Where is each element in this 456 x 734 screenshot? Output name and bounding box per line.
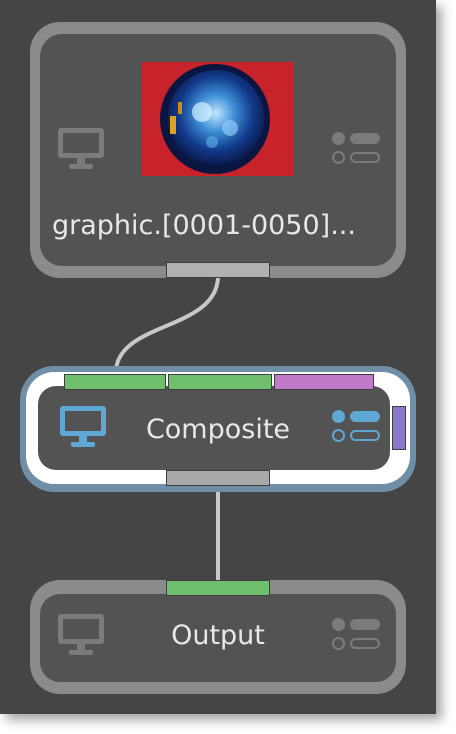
node-options-icon[interactable] bbox=[332, 132, 382, 168]
composite-input-port-1[interactable] bbox=[64, 374, 166, 390]
node-options-icon[interactable] bbox=[332, 618, 382, 654]
node-graph-canvas[interactable]: graphic.[0001-0050]... Composite Output bbox=[0, 0, 436, 714]
composite-node[interactable]: Composite bbox=[20, 366, 416, 492]
composite-input-port-2[interactable] bbox=[168, 374, 272, 390]
graphic-thumbnail bbox=[142, 62, 294, 176]
thumbnail-image bbox=[160, 64, 270, 174]
monitor-icon[interactable] bbox=[60, 406, 108, 452]
monitor-icon[interactable] bbox=[58, 614, 106, 660]
output-input-port[interactable] bbox=[166, 580, 270, 596]
wire-graphic-to-composite bbox=[114, 277, 220, 371]
graphic-node[interactable]: graphic.[0001-0050]... bbox=[30, 22, 406, 280]
composite-input-port-3[interactable] bbox=[274, 374, 374, 390]
composite-side-port[interactable] bbox=[392, 406, 406, 450]
output-node-label: Output bbox=[171, 620, 265, 651]
composite-output-port[interactable] bbox=[166, 470, 270, 486]
composite-node-label: Composite bbox=[145, 414, 291, 445]
node-options-icon[interactable] bbox=[332, 410, 382, 446]
graphic-node-label: graphic.[0001-0050]... bbox=[52, 210, 356, 241]
output-node[interactable]: Output bbox=[30, 580, 406, 694]
graphic-output-port[interactable] bbox=[166, 262, 270, 278]
monitor-icon[interactable] bbox=[58, 128, 106, 174]
